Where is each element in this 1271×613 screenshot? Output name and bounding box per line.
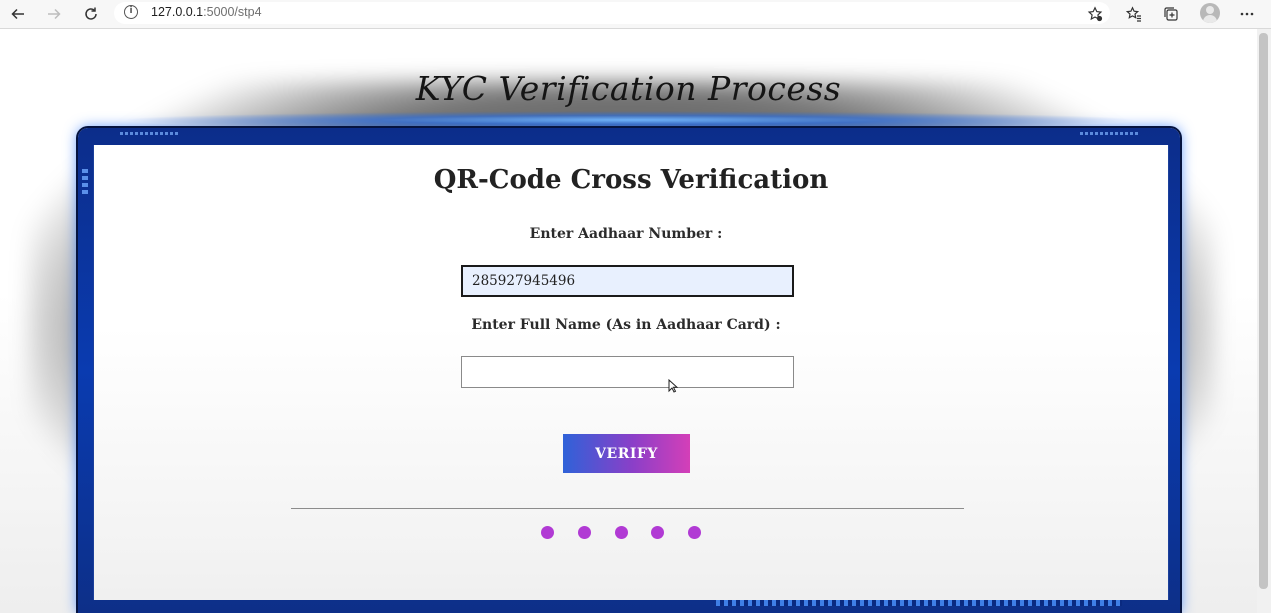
step-indicator (541, 526, 701, 540)
refresh-icon[interactable] (79, 2, 103, 26)
step-dot (541, 526, 554, 539)
frame-decoration-top-left (120, 132, 180, 135)
frame-decoration (82, 169, 88, 197)
step-dot (651, 526, 665, 539)
divider (291, 508, 964, 509)
address-url[interactable]: 127.0.0.1:5000/stp4 (151, 5, 262, 19)
verify-button[interactable]: VERIFY (563, 434, 690, 473)
frame-decoration-top-right (1080, 132, 1140, 135)
site-title: KYC Verification Process (415, 69, 842, 108)
page-viewport: KYC Verification Process QR-Code Cross V… (0, 29, 1257, 613)
step-dot (577, 526, 591, 539)
browser-toolbar: i 127.0.0.1:5000/stp4 (0, 0, 1271, 29)
favorite-add-icon[interactable] (1083, 2, 1107, 26)
mouse-cursor-icon (668, 379, 678, 393)
info-icon[interactable]: i (124, 5, 138, 19)
back-icon[interactable] (6, 2, 30, 26)
verification-card: QR-Code Cross Verification Enter Aadhaar… (93, 145, 1169, 600)
step-dot (614, 526, 628, 539)
frame-glow (120, 111, 1140, 129)
favorites-icon[interactable] (1122, 2, 1146, 26)
url-path: :5000/stp4 (203, 5, 262, 19)
forward-icon[interactable] (42, 2, 66, 26)
profile-icon[interactable] (1200, 3, 1220, 23)
card-title: QR-Code Cross Verification (433, 165, 829, 195)
address-bar[interactable]: i 127.0.0.1:5000/stp4 (114, 2, 1110, 24)
more-icon[interactable] (1235, 2, 1259, 26)
aadhaar-number-label: Enter Aadhaar Number : (529, 226, 723, 242)
full-name-label: Enter Full Name (As in Aadhaar Card) : (471, 317, 781, 333)
full-name-input[interactable] (461, 356, 794, 388)
aadhaar-number-input[interactable] (461, 265, 794, 297)
url-host: 127.0.0.1 (151, 5, 204, 19)
scrollbar[interactable] (1257, 29, 1271, 613)
step-dot (688, 526, 701, 539)
collections-icon[interactable] (1159, 2, 1183, 26)
scrollbar-thumb[interactable] (1259, 33, 1268, 589)
frame-decoration-bottom (716, 600, 1122, 606)
